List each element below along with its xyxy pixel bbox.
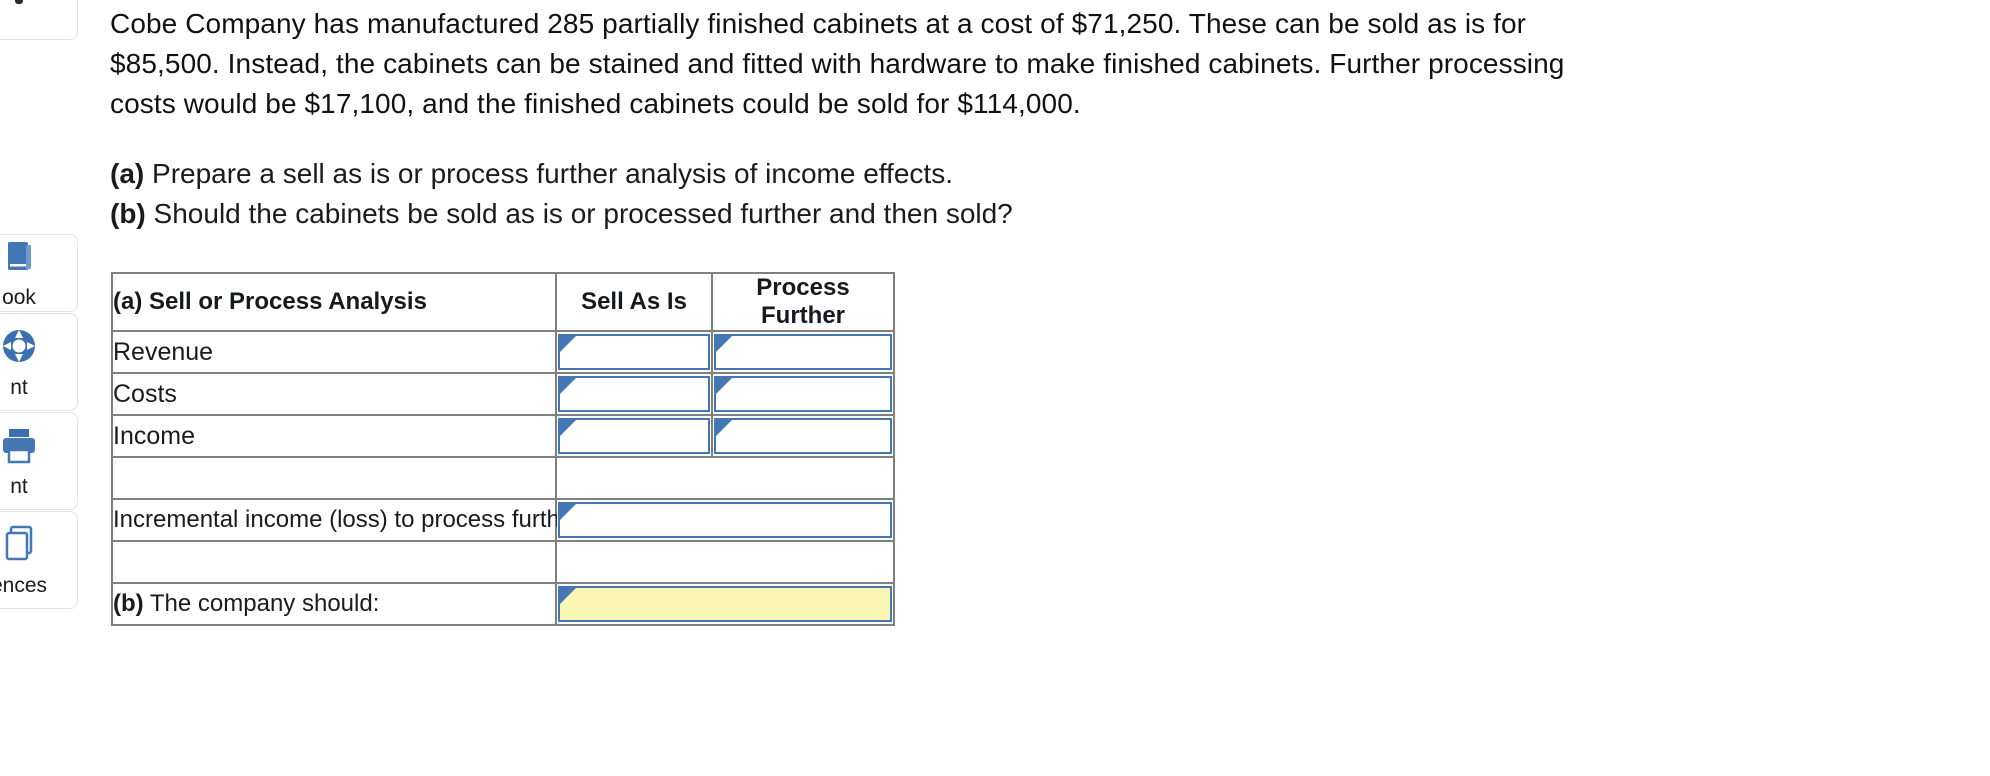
sidebar-item-ebook[interactable]: ook: [0, 234, 78, 312]
spacer-cell-values-1: [555, 456, 895, 500]
sidebar-item-print[interactable]: nt: [0, 412, 78, 510]
costs-sell-as-is-cell[interactable]: [555, 372, 713, 416]
sidebar-item-hint-label: nt: [10, 375, 28, 399]
part-b-text: Should the cabinets be sold as is or pro…: [145, 198, 1013, 229]
income-process-further-input[interactable]: [714, 418, 892, 454]
sidebar-item-pin[interactable]: [0, 0, 78, 40]
question-body: Cobe Company has manufactured 285 partia…: [110, 8, 1565, 119]
income-process-further-cell[interactable]: [711, 414, 895, 458]
table-row-incremental: Incremental income (loss) to process fur…: [111, 498, 895, 542]
sidebar-item-references[interactable]: ences: [0, 511, 78, 609]
part-a-marker: (a): [110, 158, 145, 189]
incremental-value-cell[interactable]: [555, 498, 895, 542]
revenue-process-further-input[interactable]: [714, 334, 892, 370]
income-sell-as-is-cell[interactable]: [555, 414, 713, 458]
conclusion-value-input[interactable]: [558, 586, 892, 622]
sell-or-process-analysis-table: (a) Sell or Process Analysis Sell As Is …: [111, 272, 895, 626]
row-label-incremental: Incremental income (loss) to process fur…: [111, 498, 581, 542]
row-label-income: Income: [111, 414, 557, 458]
ebook-icon: [0, 237, 39, 282]
costs-process-further-input[interactable]: [714, 376, 892, 412]
revenue-process-further-cell[interactable]: [711, 330, 895, 374]
sidebar-item-references-label: ences: [0, 573, 48, 597]
question-part-b: (b) Should the cabinets be sold as is or…: [110, 194, 1570, 234]
spacer-cell-label-1: [111, 456, 557, 500]
left-sidebar: ook nt nt nces: [0, 0, 78, 776]
question-part-a: (a) Prepare a sell as is or process furt…: [110, 154, 1570, 194]
revenue-sell-as-is-cell[interactable]: [555, 330, 713, 374]
conclusion-label: The company should:: [143, 590, 380, 617]
question-parts: (a) Prepare a sell as is or process furt…: [110, 154, 1570, 234]
hint-icon: [0, 325, 40, 372]
incremental-value-input[interactable]: [558, 502, 892, 538]
table-row-costs: Costs: [111, 372, 895, 416]
sidebar-item-hint[interactable]: nt: [0, 313, 78, 411]
table-row-conclusion: (b) The company should:: [111, 582, 895, 626]
part-a-text: Prepare a sell as is or process further …: [144, 158, 953, 189]
costs-process-further-cell[interactable]: [711, 372, 895, 416]
sidebar-item-ebook-label: ook: [2, 285, 36, 309]
header-sell-as-is: Sell As Is: [555, 272, 713, 332]
row-label-conclusion: (b) The company should:: [111, 582, 557, 626]
spacer-cell-values-2: [555, 540, 895, 584]
conclusion-marker: (b): [113, 590, 144, 617]
costs-sell-as-is-input[interactable]: [558, 376, 710, 412]
header-process-further: Process Further: [711, 272, 895, 332]
income-sell-as-is-input[interactable]: [558, 418, 710, 454]
conclusion-value-cell[interactable]: [555, 582, 895, 626]
print-icon: [0, 424, 40, 471]
pin-icon: [0, 0, 42, 17]
sidebar-item-print-label: nt: [10, 474, 28, 498]
part-b-marker: (b): [110, 198, 146, 229]
table-row-revenue: Revenue: [111, 330, 895, 374]
revenue-sell-as-is-input[interactable]: [558, 334, 710, 370]
header-analysis: (a) Sell or Process Analysis: [111, 272, 557, 332]
question-block: Cobe Company has manufactured 285 partia…: [110, 4, 1570, 234]
table-spacer-row-1: [111, 456, 895, 500]
row-label-costs: Costs: [111, 372, 557, 416]
spacer-cell-label-2: [111, 540, 557, 584]
row-label-revenue: Revenue: [111, 330, 557, 374]
references-icon: [0, 523, 40, 570]
table-spacer-row-2: [111, 540, 895, 584]
table-header-row: (a) Sell or Process Analysis Sell As Is …: [111, 272, 895, 332]
table-row-income: Income: [111, 414, 895, 458]
